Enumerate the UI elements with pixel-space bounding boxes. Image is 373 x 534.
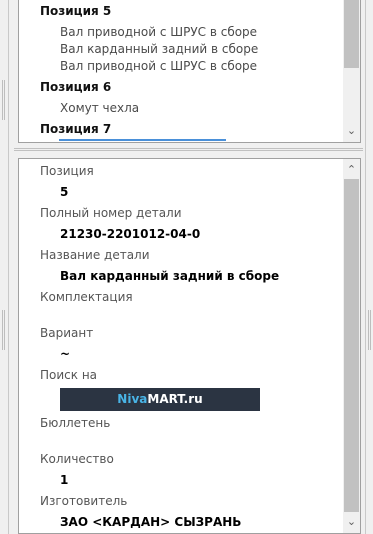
group-title-position-5[interactable]: Позиция 5 [40,4,111,18]
chevron-up-icon[interactable]: ⌃ [343,161,360,178]
manufacturer-label: Изготовитель [40,494,128,508]
group-title-position-7[interactable]: Позиция 7 [40,122,111,136]
kit-label: Комплектация [40,290,133,304]
part-details: Позиция 5 Полный номер детали 21230-2201… [19,159,343,533]
position-value: 5 [60,185,69,199]
left-splitter-grip[interactable] [2,80,5,120]
left-frame-line [8,0,9,534]
parts-list: Позиция 5 Вал приводной с ШРУС в сборе В… [19,0,343,142]
scrollbar-thumb[interactable] [344,0,359,68]
search-label: Поиск на [40,368,98,382]
nivamart-search-link[interactable]: NivaMART.ru [60,388,260,411]
list-item[interactable]: Вал приводной с ШРУС в сборе [60,25,257,39]
part-name-value: Вал карданный задний в сборе [60,269,280,283]
list-item[interactable]: Вал приводной с ШРУС в сборе [60,59,257,73]
part-number-label: Полный номер детали [40,206,182,220]
part-number-value: 21230-2201012-04-0 [60,227,201,241]
chevron-down-icon[interactable]: ⌄ [343,122,360,139]
parts-list-scrollbar[interactable]: ⌄ [343,0,360,142]
logo-text-mart: MART.ru [147,392,203,406]
right-frame-line [365,0,366,534]
horizontal-splitter[interactable] [14,148,363,151]
logo-text-niva: Niva [117,392,148,406]
list-item[interactable]: Хомут чехла [60,101,139,115]
chevron-down-icon[interactable]: ⌄ [343,513,360,530]
variant-label: Вариант [40,326,94,340]
right-splitter-grip[interactable] [368,310,371,350]
part-details-panel: Позиция 5 Полный номер детали 21230-2201… [18,158,361,534]
group-title-position-6[interactable]: Позиция 6 [40,80,111,94]
variant-value: ~ [60,347,71,361]
selection-indicator [59,139,226,141]
quantity-value: 1 [60,473,69,487]
manufacturer-value: ЗАО <КАРДАН> СЫЗРАНЬ [60,515,242,529]
list-item[interactable]: Вал карданный задний в сборе [60,42,258,56]
left-splitter-grip[interactable] [2,310,5,350]
part-name-label: Название детали [40,248,150,262]
position-label: Позиция [40,164,94,178]
parts-list-panel: Позиция 5 Вал приводной с ШРУС в сборе В… [18,0,361,143]
quantity-label: Количество [40,452,114,466]
details-scrollbar[interactable]: ⌃ ⌄ [343,159,360,533]
bulletin-label: Бюллетень [40,416,111,430]
scrollbar-thumb[interactable] [344,179,359,512]
